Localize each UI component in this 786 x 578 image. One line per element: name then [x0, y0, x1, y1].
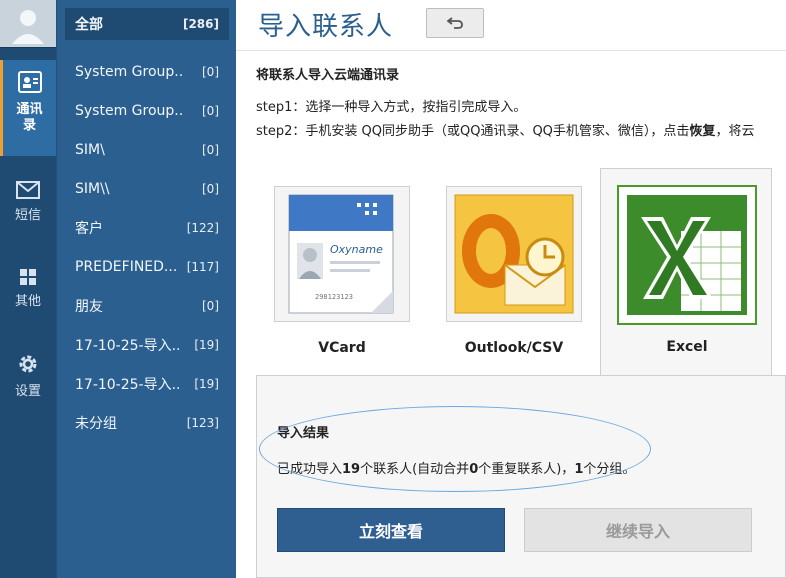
- outlook-icon-box: [446, 186, 582, 322]
- group-name: 17-10-25-导入..: [75, 377, 181, 393]
- group-name: System Group..: [75, 64, 184, 80]
- nav-label-sms: 短信: [14, 208, 41, 223]
- group-item[interactable]: SIM\\ [0]: [65, 173, 229, 205]
- group-item[interactable]: System Group.. [0]: [65, 56, 229, 88]
- user-avatar-icon: [12, 9, 44, 44]
- group-count: [19]: [194, 377, 219, 391]
- view-now-button[interactable]: 立刻查看: [277, 508, 505, 552]
- step2-text: step2：手机安装 QQ同步助手（或QQ通讯录、QQ手机管家、微信），点击恢复…: [256, 120, 754, 139]
- group-item[interactable]: PREDEFINED... [117]: [65, 251, 229, 283]
- excel-icon: [627, 195, 747, 315]
- outlook-icon: [454, 194, 574, 314]
- group-count: [0]: [202, 65, 219, 79]
- group-name: 未分组: [75, 416, 117, 432]
- group-name: PREDEFINED...: [75, 259, 178, 275]
- group-name: 朋友: [75, 299, 103, 315]
- group-count: [0]: [202, 182, 219, 196]
- group-count: [123]: [186, 416, 219, 430]
- group-name: 客户: [75, 221, 103, 237]
- contacts-icon: [17, 71, 42, 93]
- annotation-ellipse: [259, 406, 651, 492]
- group-name: 全部: [75, 17, 103, 33]
- format-excel[interactable]: Excel: [600, 168, 772, 376]
- group-count: [286]: [182, 17, 219, 31]
- group-count: [0]: [202, 143, 219, 157]
- group-list: 全部 [286] System Group.. [0] System Group…: [56, 0, 236, 578]
- envelope-icon: [16, 181, 40, 199]
- group-item[interactable]: 17-10-25-导入.. [19]: [65, 329, 229, 361]
- nav-item-sms[interactable]: 短信: [0, 180, 56, 232]
- step1-text: step1：选择一种导入方式，按指引完成导入。: [256, 100, 527, 115]
- undo-icon: [447, 17, 463, 29]
- nav-label-settings: 设置: [14, 384, 41, 399]
- group-count: [117]: [186, 260, 219, 274]
- group-count: [19]: [194, 338, 219, 352]
- nav-item-contacts[interactable]: 通讯录: [0, 60, 56, 156]
- group-item[interactable]: System Group.. [0]: [65, 95, 229, 127]
- group-name: System Group..: [75, 103, 184, 119]
- vcard-card-text: Oxyname: [330, 243, 383, 256]
- nav-label-contacts: 通讯录: [16, 102, 43, 133]
- title-divider: [236, 50, 786, 51]
- group-name: 17-10-25-导入..: [75, 338, 181, 354]
- section-subtitle: 将联系人导入云端通讯录: [256, 68, 400, 83]
- group-count: [0]: [202, 299, 219, 313]
- grid-icon: [20, 269, 36, 285]
- group-item[interactable]: SIM\ [0]: [65, 134, 229, 166]
- group-name: SIM\: [75, 142, 105, 158]
- group-count: [0]: [202, 104, 219, 118]
- group-item[interactable]: 全部 [286]: [65, 8, 229, 40]
- format-label-outlook-csv: Outlook/CSV: [464, 340, 564, 356]
- vcard-card-number: 298123123: [315, 293, 353, 301]
- group-item[interactable]: 客户 [122]: [65, 212, 229, 244]
- nav-rail: 通讯录 短信 其他 设置: [0, 0, 56, 578]
- continue-import-button[interactable]: 继续导入: [524, 508, 752, 552]
- format-vcard[interactable]: Oxyname 298123123 VCard: [236, 170, 410, 376]
- vcard-icon: Oxyname 298123123: [288, 194, 394, 314]
- format-outlook-csv[interactable]: Outlook/CSV: [408, 170, 582, 376]
- format-label-excel: Excel: [666, 339, 708, 355]
- excel-icon-box: [617, 185, 757, 325]
- step2-text-pre: step2：手机安装 QQ同步助手（或QQ通讯录、QQ手机管家、微信），点击: [256, 124, 690, 139]
- back-button[interactable]: [426, 8, 484, 38]
- page-title: 导入联系人: [258, 12, 394, 42]
- group-name: SIM\\: [75, 181, 110, 197]
- group-item[interactable]: 朋友 [0]: [65, 290, 229, 322]
- group-item[interactable]: 17-10-25-导入.. [19]: [65, 368, 229, 400]
- nav-item-other[interactable]: 其他: [0, 268, 56, 318]
- step2-restore-bold: 恢复: [689, 124, 716, 139]
- gear-icon: [19, 355, 37, 373]
- nav-item-settings[interactable]: 设置: [0, 352, 56, 404]
- main-panel: 导入联系人 将联系人导入云端通讯录 step1：选择一种导入方式，按指引完成导入…: [236, 0, 786, 578]
- import-result-panel: 导入结果 已成功导入19个联系人(自动合并0个重复联系人)，1个分组。 立刻查看…: [256, 375, 786, 578]
- avatar[interactable]: [0, 0, 56, 48]
- group-item[interactable]: 未分组 [123]: [65, 407, 229, 439]
- step2-text-post: ，将云: [715, 124, 755, 139]
- vcard-icon-box: Oxyname 298123123: [274, 186, 410, 322]
- group-count: [122]: [186, 221, 219, 235]
- nav-label-other: 其他: [14, 294, 41, 309]
